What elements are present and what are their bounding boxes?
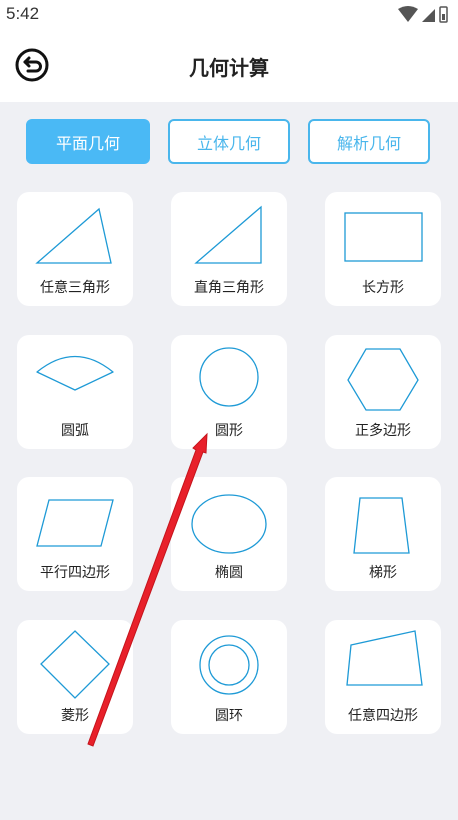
shape-label: 任意三角形 xyxy=(40,280,110,296)
ring-icon xyxy=(199,635,259,695)
shape-label: 任意四边形 xyxy=(348,708,418,724)
signal-icon xyxy=(422,9,435,22)
shape-card-rectangle[interactable]: 长方形 xyxy=(325,192,441,306)
shape-card-scalene-triangle[interactable]: 任意三角形 xyxy=(17,192,133,306)
parallelogram-icon xyxy=(36,499,114,547)
shape-label: 菱形 xyxy=(61,708,89,724)
circle-icon xyxy=(199,347,259,407)
shape-card-circle[interactable]: 圆形 xyxy=(171,335,287,449)
tab-analytic-geometry[interactable]: 解析几何 xyxy=(308,119,430,164)
ellipse-icon xyxy=(191,494,267,554)
shape-label: 正多边形 xyxy=(355,423,411,439)
shape-label: 梯形 xyxy=(369,565,397,581)
app-header: 几何计算 xyxy=(0,28,458,102)
shape-label: 长方形 xyxy=(362,280,404,296)
shape-card-rhombus[interactable]: 菱形 xyxy=(17,620,133,734)
shape-card-parallelogram[interactable]: 平行四边形 xyxy=(17,477,133,591)
tab-solid-geometry[interactable]: 立体几何 xyxy=(168,119,290,164)
shape-card-trapezoid[interactable]: 梯形 xyxy=(325,477,441,591)
shape-label: 圆形 xyxy=(215,423,243,439)
status-icons xyxy=(398,6,448,23)
shape-card-ellipse[interactable]: 椭圆 xyxy=(171,477,287,591)
hexagon-icon xyxy=(347,348,419,411)
status-bar: 5:42 xyxy=(0,0,458,28)
shape-label: 平行四边形 xyxy=(40,565,110,581)
scalene-triangle-icon xyxy=(35,207,112,264)
right-triangle-icon xyxy=(194,205,262,264)
page-title: 几何计算 xyxy=(189,56,269,80)
shape-label: 直角三角形 xyxy=(194,280,264,296)
shape-card-quadrilateral[interactable]: 任意四边形 xyxy=(325,620,441,734)
shape-card-arc[interactable]: 圆弧 xyxy=(17,335,133,449)
shape-card-ring[interactable]: 圆环 xyxy=(171,620,287,734)
shape-card-right-triangle[interactable]: 直角三角形 xyxy=(171,192,287,306)
rectangle-icon xyxy=(344,212,423,262)
trapezoid-icon xyxy=(353,497,410,554)
shape-label: 圆弧 xyxy=(61,423,89,439)
rhombus-icon xyxy=(40,630,110,699)
quadrilateral-icon xyxy=(346,630,423,686)
shape-label: 圆环 xyxy=(215,708,243,724)
arc-sector-icon xyxy=(36,355,114,391)
wifi-icon xyxy=(398,6,418,22)
tab-plane-geometry[interactable]: 平面几何 xyxy=(26,119,150,164)
category-tabs: 平面几何 立体几何 解析几何 xyxy=(0,119,458,166)
status-time: 5:42 xyxy=(6,4,40,23)
shape-label: 椭圆 xyxy=(215,565,243,581)
shape-card-regular-polygon[interactable]: 正多边形 xyxy=(325,335,441,449)
